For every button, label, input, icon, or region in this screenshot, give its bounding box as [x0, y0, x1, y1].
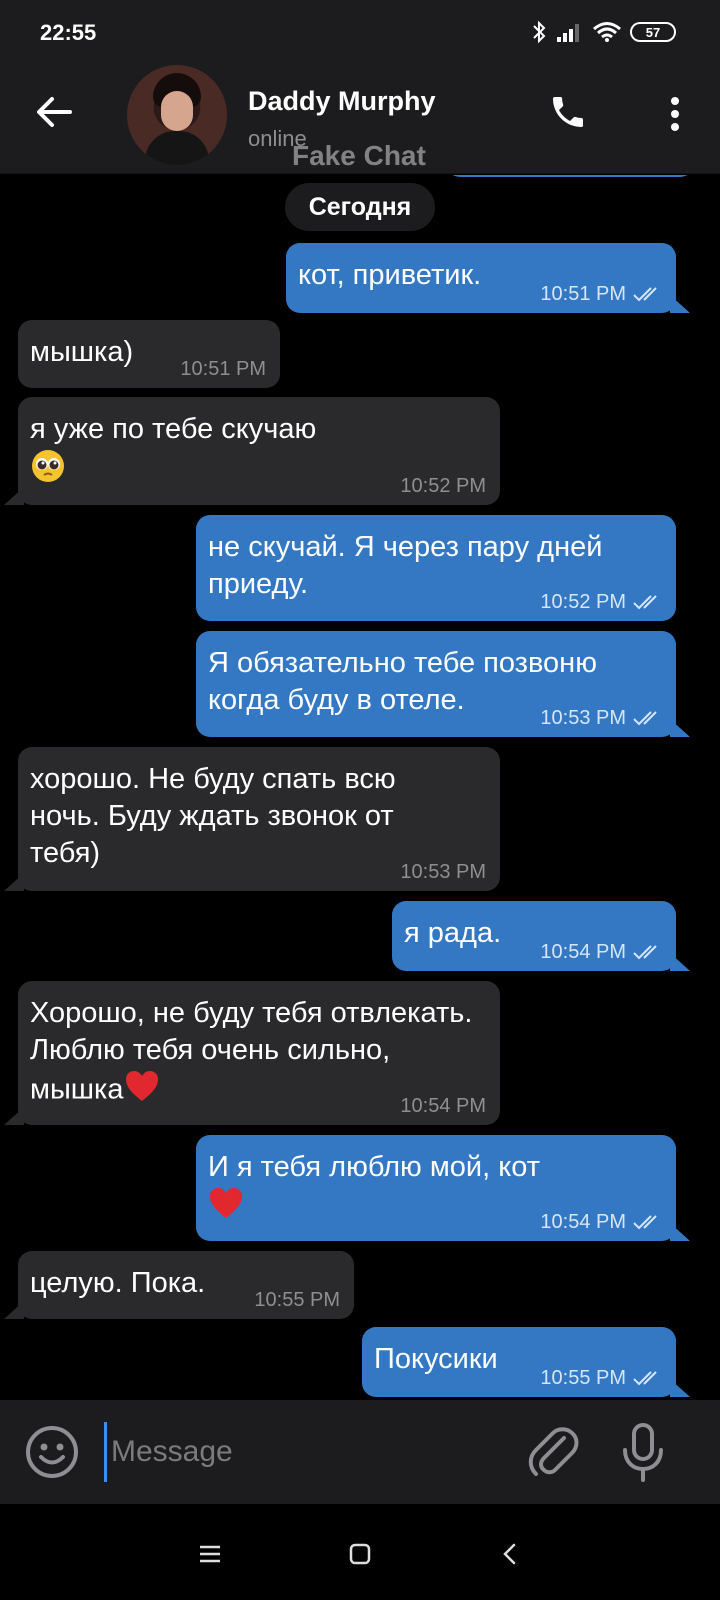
message-text: хорошо. Не буду спать всю ночь. Буду жда… — [30, 763, 396, 869]
back-button[interactable] — [28, 86, 80, 138]
double-check-icon — [633, 1215, 657, 1230]
message-outgoing[interactable]: я рада. 10:54 PM — [392, 901, 690, 971]
message-time: 10:55 PM — [254, 1289, 340, 1311]
message-incoming[interactable]: целую. Пока. 10:55 PM — [4, 1251, 354, 1319]
double-check-icon — [633, 711, 657, 726]
message-outgoing[interactable]: Покусики 10:55 PM — [362, 1327, 690, 1397]
double-check-icon — [633, 287, 657, 302]
message-text: И я тебя люблю мой, кот — [208, 1151, 541, 1183]
attach-icon — [528, 1427, 579, 1476]
message-time: 10:53 PM — [400, 861, 486, 883]
message-time: 10:52 PM — [400, 475, 486, 497]
message-outgoing[interactable]: кот, приветик. 10:51 PM — [286, 243, 690, 313]
phone-icon — [553, 97, 583, 127]
wifi-icon — [593, 22, 621, 42]
chat-header: Daddy Murphy online Fake Chat — [0, 56, 720, 174]
pleading-face-emoji — [30, 448, 66, 494]
message-incoming[interactable]: хорошо. Не буду спать всю ночь. Буду жда… — [4, 747, 500, 891]
status-time: 22:55 — [40, 20, 97, 45]
message-time: 10:53 PM — [540, 707, 626, 729]
date-separator: Сегодня — [285, 183, 435, 231]
contact-name[interactable]: Daddy Murphy — [248, 86, 436, 117]
battery-level: 57 — [645, 24, 661, 40]
system-back-button[interactable] — [490, 1534, 530, 1574]
chat-area[interactable]: Сегодня кот, приветик. 10:51 PM мышка) 1… — [0, 175, 720, 1400]
message-time: 10:54 PM — [540, 1211, 626, 1233]
status-icons: 57 — [530, 20, 676, 44]
previous-message-edge — [446, 175, 694, 177]
call-button[interactable] — [544, 88, 592, 136]
message-time: 10:54 PM — [400, 1095, 486, 1117]
message-time: 10:55 PM — [540, 1367, 626, 1389]
more-vert-icon — [671, 97, 679, 131]
voice-record-button[interactable] — [618, 1422, 668, 1484]
message-input[interactable] — [104, 1422, 504, 1482]
avatar[interactable] — [127, 65, 227, 165]
more-options-button[interactable] — [660, 92, 690, 136]
watermark: Fake Chat — [292, 140, 426, 171]
message-time: 10:54 PM — [540, 941, 626, 963]
bluetooth-icon — [533, 20, 546, 44]
double-check-icon — [633, 595, 657, 610]
message-outgoing[interactable]: И я тебя люблю мой, кот 10:54 PM — [196, 1135, 690, 1241]
message-time: 10:52 PM — [540, 591, 626, 613]
home-icon — [349, 1543, 371, 1565]
message-incoming[interactable]: Хорошо, не буду тебя отвлекать. Люблю те… — [4, 981, 500, 1125]
double-check-icon — [633, 1371, 657, 1386]
message-incoming[interactable]: я уже по тебе скучаю 10:52 PM — [4, 397, 500, 505]
battery-icon: 57 — [630, 22, 676, 42]
system-nav-bar — [0, 1504, 720, 1600]
back-icon — [503, 1543, 516, 1565]
recents-button[interactable] — [190, 1534, 230, 1574]
message-time: 10:51 PM — [180, 358, 266, 380]
home-button[interactable] — [340, 1534, 380, 1574]
double-check-icon — [633, 945, 657, 960]
red-heart-emoji — [124, 1069, 160, 1113]
message-time: 10:51 PM — [540, 283, 626, 305]
message-outgoing[interactable]: Я обязательно тебе позвоню когда буду в … — [196, 631, 690, 737]
message-text: я уже по тебе скучаю — [30, 413, 317, 445]
microphone-icon — [623, 1423, 663, 1482]
signal-icon — [557, 24, 579, 42]
status-bar: 22:55 57 — [0, 0, 720, 56]
message-outgoing[interactable]: не скучай. Я через пару дней приеду. 10:… — [196, 515, 676, 621]
back-arrow-icon — [37, 97, 72, 127]
menu-icon — [200, 1545, 220, 1563]
message-text: Хорошо, не буду тебя отвлекать. Люблю те… — [30, 997, 473, 1106]
emoji-icon — [26, 1426, 78, 1478]
attach-button[interactable] — [526, 1424, 580, 1480]
message-composer — [0, 1400, 720, 1504]
emoji-button[interactable] — [24, 1424, 80, 1480]
red-heart-emoji — [208, 1186, 244, 1230]
message-incoming[interactable]: мышка) 10:51 PM — [18, 320, 280, 388]
